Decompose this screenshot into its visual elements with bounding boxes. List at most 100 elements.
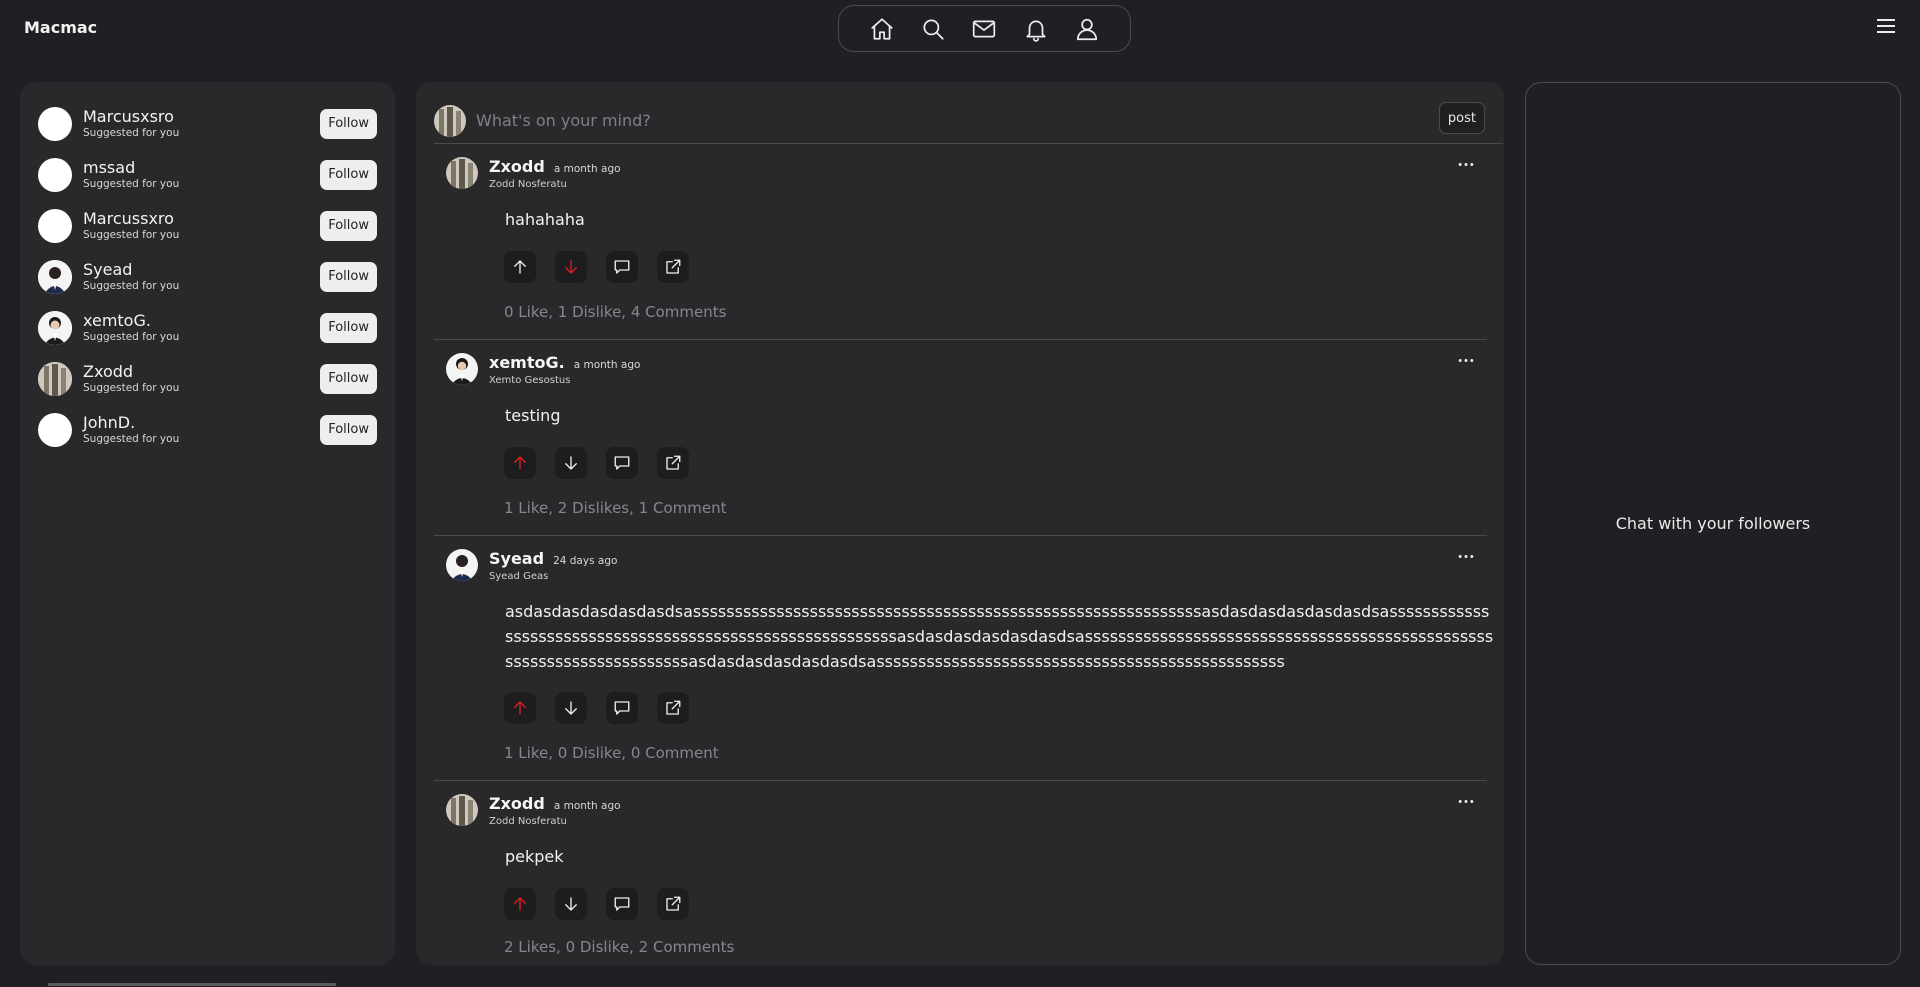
share-button[interactable] — [657, 888, 689, 920]
search-button[interactable] — [915, 11, 951, 47]
share-button[interactable] — [657, 692, 689, 724]
post-stats: 2 Likes, 0 Dislike, 2 Comments — [504, 938, 735, 956]
suggestion-row: Syead Suggested for you Follow — [38, 251, 377, 302]
menu-button[interactable] — [1874, 16, 1898, 36]
avatar[interactable] — [38, 259, 72, 294]
comment-button[interactable] — [606, 692, 638, 724]
post-content: asdasdasdasdasdasdsassssssssssssssssssss… — [505, 602, 1494, 671]
avatar[interactable] — [446, 157, 478, 189]
avatar[interactable] — [446, 549, 478, 581]
post-card: xemtoG. a month ago Xemto Gesostus testin… — [434, 341, 1487, 536]
building-photo-icon — [434, 104, 466, 137]
suggestion-name[interactable]: JohnD. — [83, 413, 320, 432]
suggestion-name[interactable]: Marcussxro — [83, 209, 320, 228]
external-link-icon — [666, 896, 681, 911]
post-options-button[interactable] — [1455, 549, 1477, 563]
home-button[interactable] — [864, 11, 900, 47]
suggestion-row: JohnD. Suggested for you Follow — [38, 404, 377, 455]
comment-button[interactable] — [606, 447, 638, 479]
post-author[interactable]: xemtoG. — [489, 353, 565, 372]
comment-button[interactable] — [606, 251, 638, 283]
avatar[interactable] — [38, 106, 72, 141]
hamburger-icon — [1877, 19, 1895, 33]
upvote-button[interactable] — [504, 447, 536, 479]
post-header: Zxodd a month ago Zodd Nosferatu — [446, 794, 621, 827]
suggestions-panel: Marcusxsro Suggested for you Follow mssad… — [20, 82, 395, 965]
downvote-button[interactable] — [555, 251, 587, 283]
post-options-button[interactable] — [1455, 353, 1477, 367]
follow-button[interactable]: Follow — [320, 210, 377, 241]
feed-panel: post Zxodd a month ago Zodd Nosferatu hah… — [416, 82, 1504, 965]
avatar[interactable] — [434, 104, 466, 137]
arrow-up-icon — [514, 260, 526, 274]
suggestion-row: Marcusxsro Suggested for you Follow — [38, 98, 377, 149]
person-photo-icon — [38, 259, 72, 294]
share-button[interactable] — [657, 447, 689, 479]
chat-panel[interactable]: Chat with your followers — [1525, 82, 1901, 965]
avatar[interactable] — [38, 361, 72, 396]
suggestion-subtitle: Suggested for you — [83, 331, 180, 343]
arrow-up-icon — [514, 897, 526, 911]
upvote-button[interactable] — [504, 888, 536, 920]
post-options-button[interactable] — [1455, 157, 1477, 171]
post-header: Syead 24 days ago Syead Geas — [446, 549, 617, 582]
suggestion-subtitle: Suggested for you — [83, 127, 180, 139]
post-author[interactable]: Zxodd — [489, 794, 545, 813]
upvote-button[interactable] — [504, 251, 536, 283]
follow-button[interactable]: Follow — [320, 414, 377, 445]
horizontal-scrollbar[interactable] — [48, 983, 336, 986]
post-button[interactable]: post — [1438, 102, 1485, 134]
mail-icon — [973, 20, 996, 37]
follow-button[interactable]: Follow — [320, 363, 377, 394]
arrow-up-icon — [514, 701, 526, 715]
avatar[interactable] — [38, 208, 72, 243]
downvote-button[interactable] — [555, 447, 587, 479]
profile-button[interactable] — [1069, 11, 1105, 47]
comment-icon — [614, 260, 630, 274]
post-timestamp: 24 days ago — [553, 555, 618, 567]
follow-button[interactable]: Follow — [320, 159, 377, 190]
suggestion-name[interactable]: xemtoG. — [83, 311, 320, 330]
arrow-down-icon — [565, 897, 577, 911]
downvote-button[interactable] — [555, 888, 587, 920]
post-content: hahahaha — [505, 210, 585, 229]
follow-button[interactable]: Follow — [320, 312, 377, 343]
suggestion-subtitle: Suggested for you — [83, 178, 180, 190]
avatar[interactable] — [38, 157, 72, 192]
post-timestamp: a month ago — [573, 359, 641, 371]
post-author[interactable]: Syead — [489, 549, 544, 568]
suggestion-name[interactable]: Marcusxsro — [83, 107, 320, 126]
suggestion-subtitle: Suggested for you — [83, 433, 180, 445]
brand-logo[interactable]: Macmac — [24, 18, 97, 37]
building-photo-icon — [446, 794, 478, 826]
avatar[interactable] — [38, 412, 72, 447]
comment-button[interactable] — [606, 888, 638, 920]
suggestion-name[interactable]: mssad — [83, 158, 320, 177]
post-card: Zxodd a month ago Zodd Nosferatu pekpek 2… — [434, 782, 1487, 965]
avatar[interactable] — [38, 310, 72, 345]
upvote-button[interactable] — [504, 692, 536, 724]
suggestion-row: Marcussxro Suggested for you Follow — [38, 200, 377, 251]
post-options-button[interactable] — [1455, 794, 1477, 808]
user-icon — [1076, 18, 1097, 40]
post-header: xemtoG. a month ago Xemto Gesostus — [446, 353, 640, 386]
messages-button[interactable] — [966, 11, 1002, 47]
suggestion-name[interactable]: Syead — [83, 260, 320, 279]
post-author-fullname: Zodd Nosferatu — [489, 816, 567, 827]
comment-icon — [614, 456, 630, 470]
suggestion-subtitle: Suggested for you — [83, 229, 180, 241]
post-stats: 1 Like, 2 Dislikes, 1 Comment — [504, 499, 727, 517]
follow-button[interactable]: Follow — [320, 261, 377, 292]
more-horizontal-icon — [1458, 162, 1474, 166]
avatar[interactable] — [446, 353, 478, 385]
post-actions — [504, 692, 708, 724]
post-author[interactable]: Zxodd — [489, 157, 545, 176]
suggestion-name[interactable]: Zxodd — [83, 362, 320, 381]
share-button[interactable] — [657, 251, 689, 283]
post-input[interactable] — [476, 111, 1503, 130]
notifications-button[interactable] — [1018, 11, 1054, 47]
follow-button[interactable]: Follow — [320, 108, 377, 139]
more-horizontal-icon — [1458, 799, 1474, 803]
downvote-button[interactable] — [555, 692, 587, 724]
avatar[interactable] — [446, 794, 478, 826]
